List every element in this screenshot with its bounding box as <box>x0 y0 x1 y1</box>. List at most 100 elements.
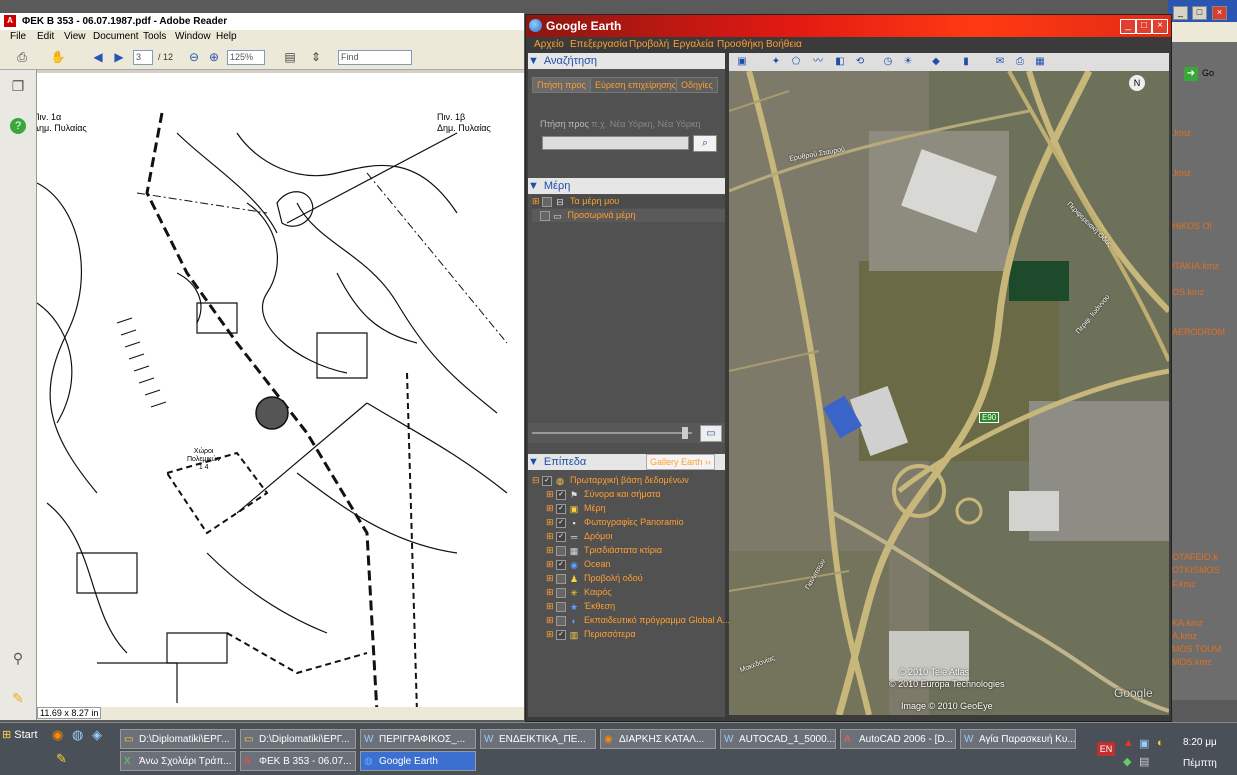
taskbar-button[interactable]: ▭ D:\Diplomatiki\ΕΡΓ... <box>120 729 236 749</box>
compass-north-icon[interactable]: N <box>1129 75 1145 91</box>
fit-page-icon[interactable]: ▤ <box>282 49 298 65</box>
search-panel-header[interactable]: ▼ Αναζήτηση <box>528 53 725 69</box>
menu-edit[interactable]: Edit <box>37 31 54 42</box>
layer-item[interactable]: ⊞ ◐ Εκπαιδευτικό πρόγραμμα Global A... <box>532 613 739 627</box>
go-icon[interactable]: ➜ <box>1184 67 1198 81</box>
layer-item[interactable]: ⊞ ▦ Τρισδιάστατα κτίρια <box>532 543 739 557</box>
taskbar-button[interactable]: W ΕΝΔΕΙΚΤΙΚΑ_ΠΕ... <box>480 729 596 749</box>
file-item[interactable]: HIKOS OI <box>1172 221 1212 231</box>
taskbar-button[interactable]: A AutoCAD 2006 - [D... <box>840 729 956 749</box>
menu-document[interactable]: Document <box>93 31 139 42</box>
layer-checkbox[interactable]: ✓ <box>556 517 567 528</box>
layer-checkbox[interactable]: ✓ <box>556 531 567 542</box>
next-page-icon[interactable]: ▶ <box>111 49 127 65</box>
taskbar-button[interactable]: ◍ Google Earth <box>360 751 476 771</box>
search-button[interactable]: ⌕ <box>693 135 717 152</box>
hand-icon[interactable]: ✋ <box>50 49 66 65</box>
path-icon[interactable]: 〰 <box>811 55 825 69</box>
go-button-label[interactable]: Go <box>1202 68 1214 78</box>
ruler-icon[interactable]: ▮ <box>959 55 973 69</box>
menu-view[interactable]: View <box>64 31 86 42</box>
quicklaunch-icon[interactable]: ◈ <box>92 727 102 743</box>
layer-checkbox[interactable] <box>556 615 567 626</box>
file-item[interactable]: MOS.kmz <box>1172 657 1212 667</box>
tour-icon[interactable]: ⟲ <box>853 55 867 69</box>
file-item[interactable]: OS.kmz <box>1172 287 1204 297</box>
clock-time[interactable]: 8:20 μμ <box>1183 737 1217 748</box>
menu-tools[interactable]: Εργαλεία <box>673 39 714 50</box>
historical-imagery-icon[interactable]: ◷ <box>881 55 895 69</box>
zoom-select[interactable]: 125% <box>227 50 265 65</box>
comments-icon[interactable]: ✎ <box>10 690 26 706</box>
taskbar-button[interactable]: W Αγία Παρασκευή Κυ... <box>960 729 1076 749</box>
file-item[interactable]: F.kmz <box>1172 579 1196 589</box>
menu-file[interactable]: File <box>10 31 26 42</box>
layer-checkbox[interactable]: ✓ <box>556 489 567 500</box>
close-button[interactable]: × <box>1212 6 1227 20</box>
pdf-page[interactable]: Πιν. 1α Δημ. Πυλαίας Πιν. 1β Δημ. Πυλαία… <box>37 73 524 713</box>
layer-item[interactable]: ⊞ ✓ ▥ Περισσότερα <box>532 627 739 641</box>
file-item[interactable]: MOS TOUM <box>1172 644 1221 654</box>
zoom-out-icon[interactable]: ⊖ <box>186 49 202 65</box>
file-item[interactable]: AERODROM <box>1172 327 1225 337</box>
placemark-icon[interactable]: ✦ <box>769 55 783 69</box>
layer-item[interactable]: ⊞ ✓ ⚑ Σύνορα και σήματα <box>532 487 739 501</box>
previous-page-icon[interactable]: ◀ <box>90 49 106 65</box>
page-number-input[interactable]: 3 <box>133 50 153 65</box>
earth-titlebar[interactable]: Google Earth _ □ × <box>526 15 1171 37</box>
taskbar-button[interactable]: A ΦΕΚ Β 353 - 06.07... <box>240 751 356 771</box>
layer-item[interactable]: ⊞ ✓ ▪ Φωτογραφίες Panoramio <box>532 515 739 529</box>
layer-checkbox[interactable]: ✓ <box>556 629 567 640</box>
close-button[interactable]: × <box>1152 19 1168 34</box>
menu-help[interactable]: Βοήθεια <box>766 39 802 50</box>
tray-icon[interactable]: ▣ <box>1139 737 1149 750</box>
layer-checkbox[interactable] <box>556 573 567 584</box>
taskbar-button[interactable]: W AUTOCAD_1_5000... <box>720 729 836 749</box>
tray-icon[interactable]: ▤ <box>1139 755 1149 768</box>
tab-fly-to[interactable]: Πτήση προς <box>532 77 591 93</box>
layers-panel-header[interactable]: ▼ Επίπεδα Gallery Earth ›› <box>528 454 725 470</box>
layer-item[interactable]: ⊞ ✓ ═ Δρόμοι <box>532 529 739 543</box>
layer-checkbox[interactable] <box>556 587 567 598</box>
email-icon[interactable]: ✉ <box>993 55 1007 69</box>
reader-titlebar[interactable]: A ΦΕΚ Β 353 - 06.07.1987.pdf - Adobe Rea… <box>0 13 524 30</box>
sunlight-icon[interactable]: ☀ <box>901 55 915 69</box>
sky-icon[interactable]: ◆ <box>929 55 943 69</box>
gallery-earth-button[interactable]: Gallery Earth ›› <box>646 454 716 470</box>
file-item[interactable]: OTKISMOS <box>1172 565 1220 575</box>
layer-item[interactable]: ⊞ ★ Έκθεση <box>532 599 739 613</box>
file-item[interactable]: .kmz <box>1172 128 1191 138</box>
fit-width-icon[interactable]: ⇕ <box>308 49 324 65</box>
quicklaunch-icon[interactable]: ✎ <box>56 751 67 767</box>
view-in-maps-icon[interactable]: ▦ <box>1033 55 1047 69</box>
places-item-my-places[interactable]: ⊞ ⊟ Τα μέρη μου <box>532 195 725 208</box>
minimize-button[interactable]: _ <box>1173 6 1188 20</box>
taskbar-button[interactable]: ◉ ΔΙΑΡΚΗΣ ΚΑΤΑΛ... <box>600 729 716 749</box>
layer-checkbox[interactable] <box>556 601 567 612</box>
tab-directions[interactable]: Οδηγίες <box>676 77 718 93</box>
print-icon[interactable]: ⎙ <box>1013 55 1027 69</box>
fly-to-input[interactable] <box>542 136 689 150</box>
menu-help[interactable]: Help <box>216 31 237 42</box>
panel-resizer[interactable]: ▭ <box>528 423 725 443</box>
tray-icon[interactable]: ◐ <box>1157 737 1164 749</box>
folder-icon[interactable]: ▭ <box>700 425 722 442</box>
background-window-titlebar[interactable]: _ □ × <box>1168 0 1237 22</box>
pages-icon[interactable]: ❐ <box>10 78 26 94</box>
layer-item[interactable]: ⊟ ✓ ◍ Πρωταρχική βάση δεδομένων <box>532 473 725 487</box>
layer-checkbox[interactable]: ✓ <box>556 559 567 570</box>
quicklaunch-icon[interactable]: ◍ <box>72 727 83 743</box>
help-icon[interactable]: ? <box>10 118 26 134</box>
layer-checkbox[interactable]: ✓ <box>542 475 553 486</box>
sidebar-toggle-icon[interactable]: ▣ <box>735 55 749 69</box>
zoom-in-icon[interactable]: ⊕ <box>206 49 222 65</box>
file-item[interactable]: KA.kmz <box>1172 618 1203 628</box>
menu-edit[interactable]: Επεξεργασία <box>570 39 628 50</box>
overlay-icon[interactable]: ◧ <box>833 55 847 69</box>
start-button[interactable]: ⊞ Start <box>2 725 46 745</box>
taskbar-button[interactable]: W ΠΕΡΙΓΡΑΦΙΚΟΣ_... <box>360 729 476 749</box>
maximize-button[interactable]: □ <box>1136 19 1152 34</box>
tray-icon[interactable]: ◆ <box>1123 755 1131 768</box>
polygon-icon[interactable]: ⬠ <box>789 55 803 69</box>
tab-find-business[interactable]: Εύρεση επιχείρησης <box>590 77 682 93</box>
